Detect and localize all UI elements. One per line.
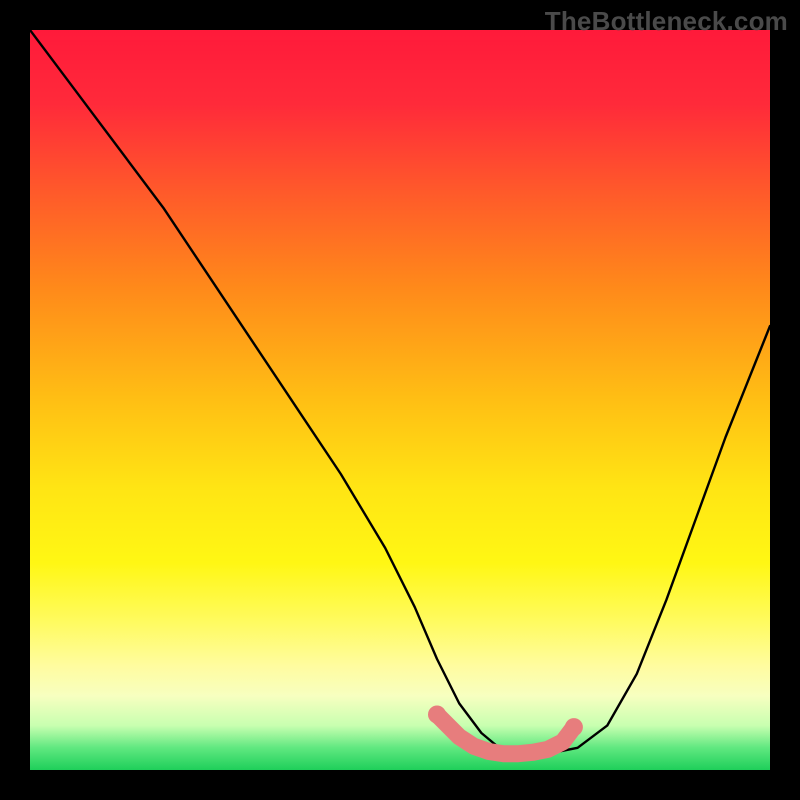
highlight-band bbox=[437, 715, 574, 754]
chart-svg bbox=[30, 30, 770, 770]
plot-area bbox=[30, 30, 770, 770]
chart-frame: TheBottleneck.com bbox=[0, 0, 800, 800]
watermark-text: TheBottleneck.com bbox=[545, 6, 788, 37]
highlight-endpoint-right bbox=[565, 718, 583, 736]
highlight-endpoint-left bbox=[428, 706, 446, 724]
main-curve bbox=[30, 30, 770, 755]
